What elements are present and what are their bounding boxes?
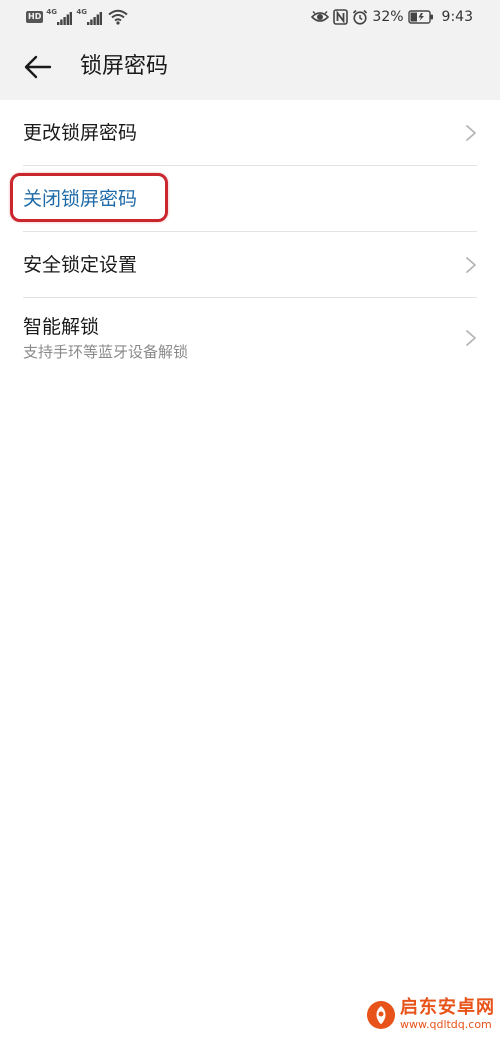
page-title: 锁屏密码 — [80, 54, 169, 79]
hd-badge: HD — [26, 11, 44, 23]
list-item-change-lock-password[interactable]: 更改锁屏密码 — [23, 100, 477, 166]
eye-icon — [311, 11, 330, 22]
list-item-smart-unlock[interactable]: 智能解锁 支持手环等蓝牙设备解锁 — [23, 298, 477, 380]
watermark: 启东安卓网 www.qdltdq.com — [366, 998, 495, 1031]
back-button[interactable] — [18, 50, 58, 84]
list-item-label: 智能解锁 — [23, 316, 100, 338]
sim1-network-label: 4G — [46, 8, 57, 16]
chevron-right-icon — [466, 257, 476, 273]
list-item-label: 安全锁定设置 — [23, 254, 138, 276]
status-time: 9:43 — [441, 9, 473, 25]
watermark-name: 启东安卓网 — [400, 997, 495, 1018]
watermark-text: 启东安卓网 www.qdltdq.com — [400, 997, 495, 1032]
list-item-label: 关闭锁屏密码 — [23, 188, 138, 210]
chevron-right-icon — [466, 125, 476, 141]
nfc-icon — [333, 9, 349, 25]
watermark-url: www.qdltdq.com — [400, 1018, 492, 1031]
list-item-sublabel: 支持手环等蓝牙设备解锁 — [23, 343, 189, 361]
wifi-icon — [108, 9, 128, 25]
back-arrow-icon — [24, 55, 52, 79]
header: 锁屏密码 — [0, 34, 500, 100]
watermark-logo-icon — [367, 1000, 395, 1029]
battery-icon — [407, 10, 433, 24]
status-bar: HD 4G 4G 32% 9:43 — [0, 0, 500, 34]
chevron-right-icon — [466, 330, 476, 346]
list-item-label: 更改锁屏密码 — [23, 122, 138, 144]
list-item-disable-lock-password[interactable]: 关闭锁屏密码 — [10, 166, 477, 232]
sim2-signal-icon: 4G — [76, 8, 103, 25]
status-left: HD 4G 4G — [26, 8, 128, 26]
status-right: 32% 9:43 — [311, 8, 473, 26]
battery-percent: 32% — [372, 9, 404, 25]
settings-list: 更改锁屏密码 关闭锁屏密码 安全锁定设置 智能解锁 支持手环等蓝牙设备解锁 — [0, 100, 500, 380]
sim1-signal-icon: 4G — [46, 8, 73, 25]
alarm-icon — [353, 9, 368, 25]
list-item-security-lock-settings[interactable]: 安全锁定设置 — [23, 232, 477, 298]
sim2-network-label: 4G — [76, 8, 87, 16]
